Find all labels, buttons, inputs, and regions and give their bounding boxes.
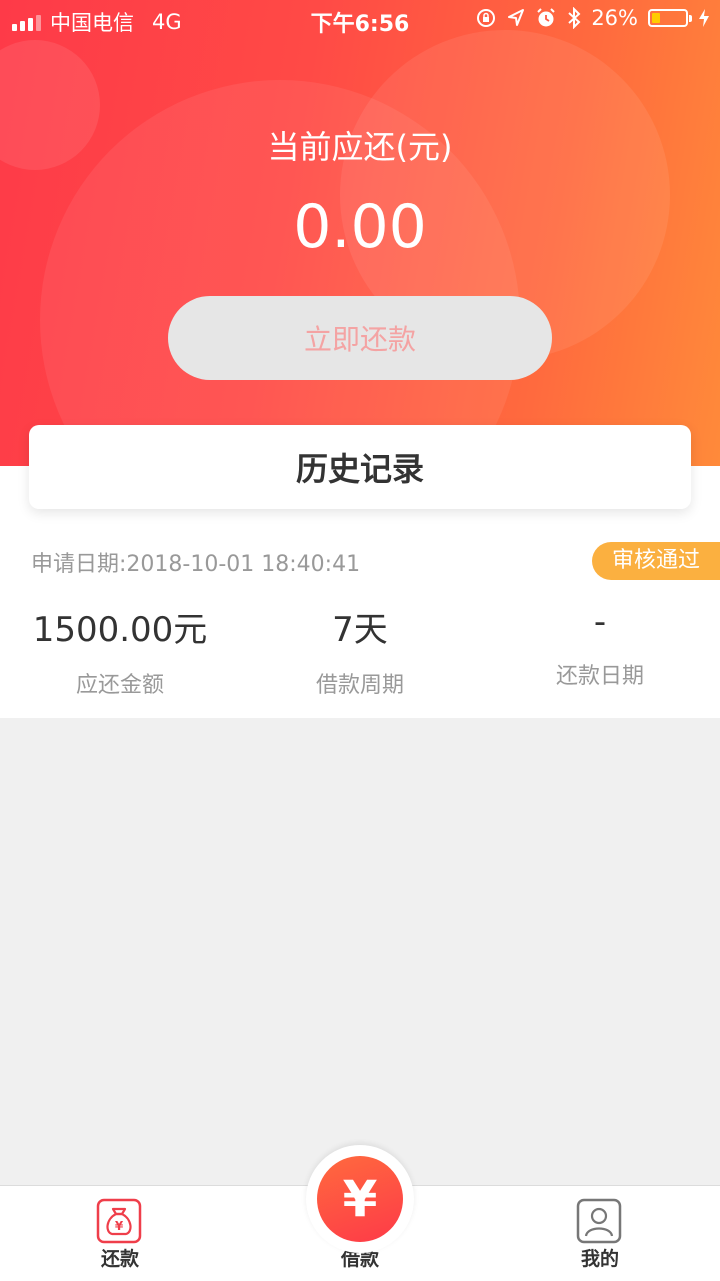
repay-date-value: - (593, 602, 607, 642)
money-bag-icon: ¥ (96, 1198, 142, 1244)
loan-period-label: 借款周期 (315, 673, 404, 698)
period-column: 7天 借款周期 (240, 602, 480, 699)
repay-amount-label: 应还金额 (75, 673, 164, 698)
profile-icon (576, 1198, 622, 1244)
battery-percent: 26% (591, 6, 638, 30)
alarm-icon (537, 8, 556, 27)
location-icon (508, 9, 525, 26)
repay-date-column: - 还款日期 (480, 602, 720, 690)
tab-repay[interactable]: ¥ 还款 (0, 1186, 240, 1281)
tab-mine[interactable]: 我的 (480, 1186, 720, 1281)
repay-date-label: 还款日期 (555, 664, 644, 689)
battery-icon (648, 9, 692, 27)
status-badge: 审核通过 (591, 542, 720, 580)
loan-period-value: 7天 (332, 610, 388, 650)
repay-amount-value: 1500.00元 (32, 610, 208, 650)
borrow-fab-ring: ¥ (306, 1145, 414, 1253)
apply-date: 申请日期:2018-10-01 18:40:41 (31, 552, 361, 577)
bluetooth-icon (568, 7, 581, 29)
due-amount: 0.00 (293, 192, 427, 262)
history-header-card: 历史记录 (29, 425, 691, 509)
tab-repay-label: 还款 (100, 1248, 139, 1270)
svg-text:¥: ¥ (115, 1219, 124, 1233)
charging-icon (699, 9, 709, 27)
borrow-yuan-button[interactable]: ¥ (317, 1156, 403, 1242)
history-title: 历史记录 (295, 450, 424, 488)
repay-now-button[interactable]: 立即还款 (168, 296, 552, 380)
tab-mine-label: 我的 (580, 1248, 619, 1270)
amount-column: 1500.00元 应还金额 (0, 602, 240, 699)
status-bar: 中国电信 4G 下午6:56 26% (0, 0, 720, 40)
rotation-lock-icon (477, 9, 496, 27)
due-title: 当前应还(元) (267, 128, 453, 166)
